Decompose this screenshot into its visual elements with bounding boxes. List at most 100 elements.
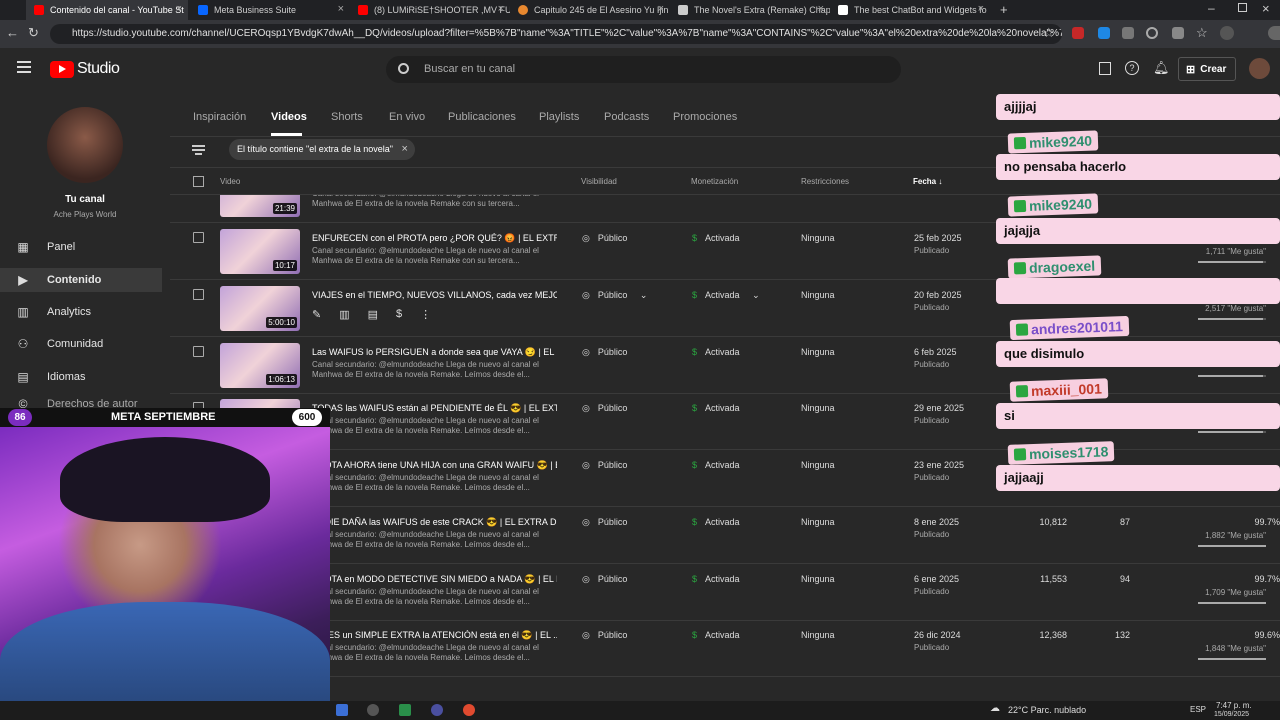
tab-inspiration[interactable]: Inspiración bbox=[193, 111, 246, 123]
browser-tab[interactable]: Meta Business Suite × bbox=[190, 0, 350, 20]
close-tab-icon[interactable]: × bbox=[498, 3, 504, 15]
close-tab-icon[interactable]: × bbox=[658, 3, 664, 15]
more-options-icon[interactable]: ⋮ bbox=[420, 308, 431, 321]
studio-logo[interactable]: Studio bbox=[50, 60, 120, 78]
publish-status: Publicado bbox=[914, 587, 950, 596]
browser-tab[interactable]: Capitulo 245 de El Asesino Yu Ijin × bbox=[510, 0, 670, 20]
tab-playlists[interactable]: Playlists bbox=[539, 111, 579, 123]
channel-avatar[interactable] bbox=[47, 107, 123, 183]
browser-tab[interactable]: Contenido del canal - YouTube St × bbox=[26, 0, 188, 20]
url-input[interactable]: https://studio.youtube.com/channel/UCERO… bbox=[50, 24, 1062, 44]
column-date[interactable]: Fecha ↓ bbox=[913, 177, 942, 186]
like-ratio-bar bbox=[1198, 658, 1266, 660]
video-title[interactable]: NO ES un SIMPLE EXTRA la ATENCIÓN está e… bbox=[312, 630, 557, 641]
date-cell: 25 feb 2025 bbox=[914, 233, 962, 243]
video-thumbnail[interactable]: 21:39 bbox=[220, 195, 300, 217]
back-icon[interactable]: ← bbox=[6, 25, 19, 40]
likes-count: 1,848 "Me gusta" bbox=[1205, 644, 1266, 653]
new-tab-icon[interactable]: + bbox=[1000, 2, 1008, 17]
row-checkbox[interactable] bbox=[193, 289, 204, 300]
video-thumbnail[interactable]: 5:00:10 bbox=[220, 286, 300, 331]
remove-filter-icon[interactable]: × bbox=[402, 139, 408, 160]
taskbar-app-icon[interactable] bbox=[463, 704, 475, 716]
menu-icon[interactable] bbox=[17, 61, 31, 63]
video-thumbnail[interactable]: 1:06:13 bbox=[220, 343, 300, 388]
sidebar-item-analytics[interactable]: ▥ Analytics bbox=[16, 300, 91, 324]
table-row[interactable]: NO ES un SIMPLE EXTRA la ATENCIÓN está e… bbox=[170, 620, 1280, 677]
sidebar-item-languages[interactable]: ▤ Idiomas bbox=[16, 365, 85, 389]
bookmark-star-icon[interactable]: ☆ bbox=[1043, 25, 1055, 41]
comments-icon[interactable]: ▤ bbox=[368, 308, 378, 321]
analytics-icon[interactable]: ▥ bbox=[339, 308, 349, 321]
puzzle-icon[interactable] bbox=[1172, 27, 1184, 39]
video-title[interactable]: NADIE DAÑA las WAIFUS de este CRACK 😎 | … bbox=[312, 517, 557, 528]
video-title[interactable]: Las WAIFUS lo PERSIGUEN a donde sea que … bbox=[312, 347, 557, 358]
clock-date[interactable]: 15/09/2025 bbox=[1214, 711, 1249, 718]
close-tab-icon[interactable]: × bbox=[176, 3, 182, 15]
tab-posts[interactable]: Publicaciones bbox=[448, 111, 516, 123]
minimize-icon[interactable]: – bbox=[1208, 1, 1215, 15]
tab-videos[interactable]: Videos bbox=[271, 111, 307, 123]
video-title[interactable]: TODAS las WAIFUS están al PENDIENTE de É… bbox=[312, 403, 557, 414]
browser-tab[interactable]: The Novel's Extra (Remake) Chap × bbox=[670, 0, 830, 20]
visibility-cell[interactable]: ◎ Público ⌄ bbox=[582, 290, 647, 301]
publish-status: Publicado bbox=[914, 530, 950, 539]
table-row[interactable]: NADIE DAÑA las WAIFUS de este CRACK 😎 | … bbox=[170, 507, 1280, 564]
restrictions-cell: Ninguna bbox=[801, 630, 835, 640]
help-icon[interactable]: ? bbox=[1125, 61, 1139, 75]
sidebar-item-panel[interactable]: ▦ Panel bbox=[16, 235, 75, 259]
restrictions-cell: Ninguna bbox=[801, 290, 835, 300]
sidebar-item-content[interactable]: ▶ Contenido bbox=[0, 268, 162, 292]
close-tab-icon[interactable]: × bbox=[818, 3, 824, 15]
tab-shorts[interactable]: Shorts bbox=[331, 111, 363, 123]
search-input[interactable]: Buscar en tu canal bbox=[386, 56, 901, 83]
filter-chip[interactable]: El título contiene "el extra de la novel… bbox=[229, 139, 415, 160]
video-title[interactable]: VIAJES en el TIEMPO, NUEVOS VILLANOS, ca… bbox=[312, 290, 557, 300]
search-icon bbox=[398, 63, 409, 74]
monetization-cell[interactable]: $ Activada ⌄ bbox=[692, 290, 760, 301]
monetization-icon[interactable]: $ bbox=[396, 308, 402, 321]
tab-live[interactable]: En vivo bbox=[389, 111, 425, 123]
taskbar-app-icon[interactable] bbox=[367, 704, 379, 716]
select-all-checkbox[interactable] bbox=[193, 176, 204, 187]
close-tab-icon[interactable]: × bbox=[978, 3, 984, 15]
extension-icon[interactable] bbox=[1072, 27, 1084, 39]
edit-pencil-icon[interactable]: ✎ bbox=[312, 308, 321, 321]
account-avatar[interactable] bbox=[1249, 58, 1270, 79]
extension-icon[interactable] bbox=[1122, 27, 1134, 39]
video-title[interactable]: ENFURECEN con el PROTA pero ¿POR QUÉ? 😡 … bbox=[312, 233, 557, 244]
bell-icon[interactable]: 🔔︎ bbox=[1153, 60, 1170, 76]
row-checkbox[interactable] bbox=[193, 232, 204, 243]
taskbar-app-icon[interactable] bbox=[336, 704, 348, 716]
extension-icon[interactable] bbox=[1146, 27, 1158, 39]
row-checkbox[interactable] bbox=[193, 346, 204, 357]
dollar-icon: $ bbox=[692, 403, 698, 413]
taskbar-app-icon[interactable] bbox=[431, 704, 443, 716]
weather-text[interactable]: 22°C Parc. nublado bbox=[1008, 705, 1086, 715]
close-window-icon[interactable]: × bbox=[1262, 1, 1270, 16]
taskbar-app-icon[interactable] bbox=[399, 704, 411, 716]
profile-avatar[interactable] bbox=[1268, 26, 1280, 40]
sidebar-item-community[interactable]: ⚇ Comunidad bbox=[16, 332, 104, 356]
video-title[interactable]: PROTA en MODO DETECTIVE SIN MIEDO a NADA… bbox=[312, 574, 557, 585]
restrictions-cell: Ninguna bbox=[801, 574, 835, 584]
extension-icon[interactable] bbox=[1098, 27, 1110, 39]
language-indicator[interactable]: ESP bbox=[1190, 705, 1206, 714]
webcam-feed bbox=[0, 427, 330, 720]
table-row[interactable]: PROTA en MODO DETECTIVE SIN MIEDO a NADA… bbox=[170, 564, 1280, 621]
close-tab-icon[interactable]: × bbox=[338, 3, 344, 15]
maximize-icon[interactable] bbox=[1238, 3, 1247, 12]
tab-promotions[interactable]: Promociones bbox=[673, 111, 737, 123]
bookmarks-icon[interactable]: ☆ bbox=[1196, 25, 1208, 41]
captions-icon[interactable] bbox=[1099, 62, 1111, 75]
reload-icon[interactable]: ↻ bbox=[28, 25, 39, 41]
filter-icon[interactable] bbox=[192, 145, 205, 147]
video-title[interactable]: PROTA AHORA tiene UNA HIJA con una GRAN … bbox=[312, 460, 557, 471]
tab-podcasts[interactable]: Podcasts bbox=[604, 111, 649, 123]
clock-time[interactable]: 7:47 p. m. bbox=[1216, 701, 1252, 710]
browser-tab[interactable]: The best ChatBot and Widgets fo × bbox=[830, 0, 990, 20]
publish-status: Publicado bbox=[914, 246, 950, 255]
video-thumbnail[interactable]: 10:17 bbox=[220, 229, 300, 274]
browser-tab[interactable]: (8) LUMiRiSE†SHOOTER ,MV FULL × bbox=[350, 0, 510, 20]
profile-avatar[interactable] bbox=[1220, 26, 1234, 40]
